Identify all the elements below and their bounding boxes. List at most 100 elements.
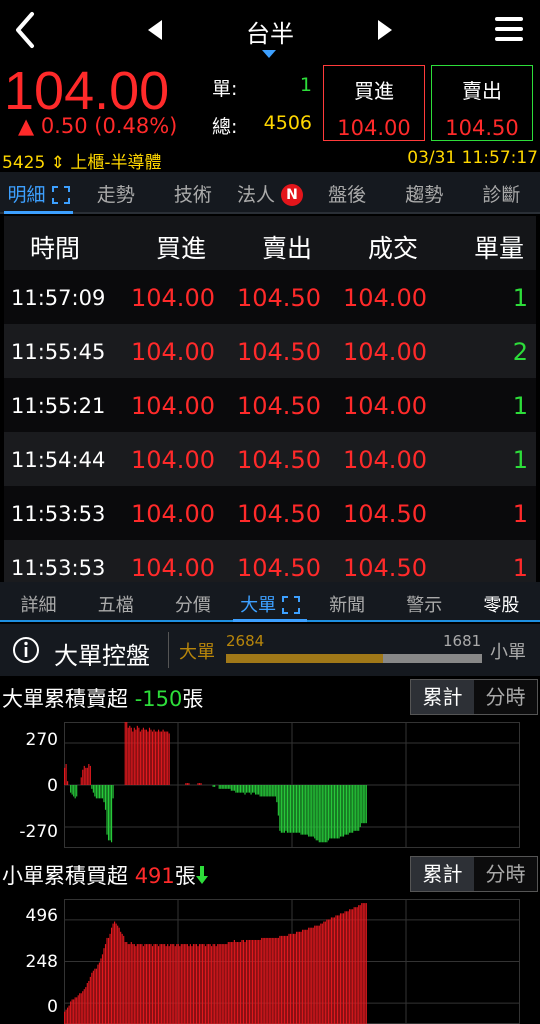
table-row[interactable]: 11:55:21 104.00 104.50 104.00 1	[4, 378, 536, 432]
tab-info[interactable]: 詳細	[0, 582, 77, 620]
tab-odd-lot[interactable]: 零股	[463, 582, 540, 620]
chart-bar	[358, 785, 360, 831]
chart-bar	[235, 942, 237, 1024]
chart-bar	[277, 785, 279, 816]
chart-bar	[76, 785, 78, 797]
chart-bar	[176, 944, 178, 1024]
total-volume-label: 總:	[212, 116, 238, 138]
chart-bar	[67, 1007, 69, 1024]
chart-bar	[350, 785, 352, 833]
single-volume-value: 1	[299, 74, 312, 96]
chart-bar	[339, 913, 342, 1024]
table-row[interactable]: 11:53:53 104.00 104.50 104.50 1	[4, 486, 536, 540]
table-row[interactable]: 11:55:45 104.00 104.50 104.00 2	[4, 324, 536, 378]
cell-deal: 104.50	[343, 554, 427, 582]
chart-bar	[341, 913, 343, 1024]
tab-tendency[interactable]: 趨勢	[386, 172, 463, 212]
chart-bar	[282, 785, 284, 833]
big-mode-toggle: 累計 分時	[410, 679, 538, 715]
cumulative-button[interactable]: 累計	[411, 680, 474, 714]
stock-code-market[interactable]: 5425 ⇕ 上櫃-半導體	[2, 148, 161, 173]
tab-after-hours[interactable]: 盤後	[309, 172, 386, 212]
table-row[interactable]: 11:57:09 104.00 104.50 104.00 1	[4, 270, 536, 324]
hamburger-menu-icon[interactable]	[494, 14, 524, 44]
chart-bar	[97, 785, 99, 799]
chart-bar	[220, 944, 222, 1024]
chart-bar	[65, 1009, 67, 1024]
chart-bar	[130, 727, 132, 785]
cell-buy: 104.00	[131, 392, 215, 420]
chart-bar	[347, 785, 349, 835]
back-chevron-icon[interactable]	[10, 10, 40, 50]
tab-big-orders-label: 大單	[240, 595, 277, 616]
chart-bar	[255, 785, 257, 795]
table-row[interactable]: 11:53:53 104.00 104.50 104.50 1	[4, 540, 536, 582]
chart-bar	[235, 785, 237, 793]
chart-bar	[239, 942, 242, 1024]
tab-price-volume[interactable]: 分價	[154, 582, 231, 620]
cumulative-button[interactable]: 累計	[411, 857, 474, 891]
triangle-left-icon[interactable]	[146, 18, 166, 42]
table-row[interactable]: 11:54:44 104.00 104.50 104.00 1	[4, 432, 536, 486]
cell-deal: 104.00	[343, 392, 427, 420]
chart-bar	[248, 785, 251, 793]
cell-buy: 104.00	[131, 446, 215, 474]
chart-bar	[227, 942, 229, 1024]
chart-bar	[305, 929, 307, 1024]
table-header: 時間 買進 賣出 成交 單量	[4, 216, 536, 270]
chart-bar	[158, 729, 160, 785]
chart-bar	[329, 919, 331, 1024]
tab-institutional[interactable]: 法人 N	[231, 172, 308, 212]
tab-technical[interactable]: 技術	[154, 172, 231, 212]
chart-bar	[97, 964, 99, 1024]
chart-bar	[252, 939, 254, 1024]
chart-bar	[268, 785, 270, 797]
chart-bar	[109, 785, 111, 841]
tab-big-orders[interactable]: 大單	[231, 582, 308, 622]
chart-bar	[177, 944, 179, 1024]
chart-bar	[112, 923, 114, 1024]
cell-deal: 104.00	[343, 338, 427, 366]
chart-bar	[353, 907, 355, 1024]
stock-title[interactable]: 台半	[220, 14, 320, 49]
small-title-value: 491	[134, 864, 175, 888]
cell-sell: 104.50	[237, 554, 321, 582]
chart-bar	[321, 785, 323, 843]
chart-bar	[100, 958, 102, 1024]
chart-bar	[280, 785, 282, 833]
tab-diagnosis[interactable]: 診斷	[463, 172, 540, 212]
chart-bar	[88, 980, 90, 1024]
big-order-value: 2684	[226, 632, 265, 650]
header-deal: 成交	[368, 234, 419, 263]
info-circle-icon[interactable]	[12, 636, 40, 664]
chart-bar	[300, 785, 302, 835]
chart-bar	[167, 944, 169, 1024]
tab-trend[interactable]: 走勢	[77, 172, 154, 212]
big-order-control: 大單控盤 大單 2684 1681 小單	[0, 624, 540, 676]
tab-details[interactable]: 明細	[0, 172, 77, 214]
cell-buy: 104.00	[131, 554, 215, 582]
bottom-tab-bar: 詳細 五檔 分價 大單 新聞 警示 零股	[0, 582, 540, 622]
chart-bar	[185, 944, 187, 1024]
chart-bar	[135, 729, 137, 785]
trade-details-table[interactable]: 時間 買進 賣出 成交 單量 11:57:09 104.00 104.50 104.0…	[4, 216, 536, 582]
intraday-button[interactable]: 分時	[474, 680, 537, 714]
tab-news[interactable]: 新聞	[309, 582, 386, 620]
tab-five-levels[interactable]: 五檔	[77, 582, 154, 620]
buy-button[interactable]: 買進 104.00	[323, 65, 425, 141]
chart-bar	[205, 946, 207, 1024]
tab-alerts[interactable]: 警示	[386, 582, 463, 620]
big-title-prefix: 大單累積賣超	[2, 687, 135, 711]
sell-button[interactable]: 賣出 104.50	[431, 65, 533, 141]
chart-bar	[365, 903, 367, 1024]
chart-bar	[138, 944, 140, 1024]
chart-bar	[147, 731, 149, 785]
chart-bar	[289, 785, 292, 833]
intraday-button[interactable]: 分時	[474, 857, 537, 891]
tab-institutional-label: 法人	[236, 184, 275, 206]
header-sell: 賣出	[262, 234, 313, 263]
triangle-right-icon[interactable]	[374, 18, 394, 42]
chart-bar	[233, 939, 235, 1024]
chart-bar	[252, 785, 254, 793]
chart-bar	[283, 785, 285, 833]
